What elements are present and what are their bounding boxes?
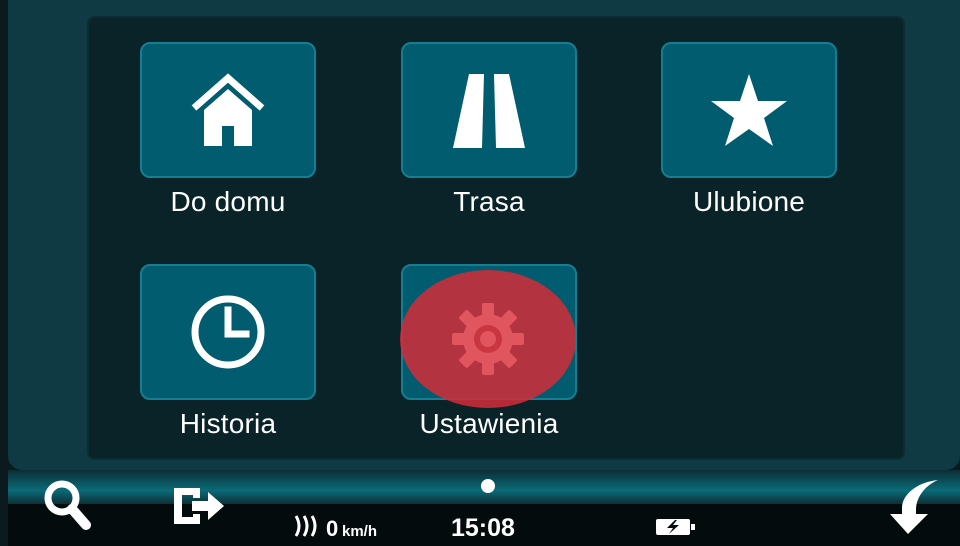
speed-value: 0 (326, 516, 339, 541)
speed-unit: km/h (342, 523, 378, 540)
ulubione-button[interactable] (661, 42, 837, 178)
ustawienia-label: Ustawienia (419, 408, 559, 439)
menu-item-historia[interactable]: Historia (140, 264, 316, 460)
exit-icon[interactable] (172, 484, 226, 528)
trasa-button[interactable] (401, 42, 577, 178)
gear-icon (452, 303, 524, 375)
back-arrow-icon[interactable] (888, 478, 944, 536)
search-icon[interactable] (42, 478, 94, 534)
menu-item-ulubione[interactable]: Ulubione (661, 42, 837, 238)
bottom-bar: 0 km/h 15:08 (8, 470, 960, 546)
clock-icon (191, 295, 265, 369)
do-domu-button[interactable] (140, 42, 316, 178)
menu-item-do-domu[interactable]: Do domu (140, 42, 316, 238)
road-icon (453, 74, 525, 148)
trasa-label: Trasa (453, 186, 525, 217)
tap-highlight (400, 270, 576, 408)
ulubione-label: Ulubione (692, 186, 806, 217)
home-icon (191, 73, 265, 146)
do-domu-label: Do domu (170, 186, 286, 217)
gps-signal-icon (294, 515, 317, 537)
page-indicator-dot (481, 479, 495, 493)
historia-label: Historia (179, 408, 277, 439)
star-icon (711, 74, 787, 146)
menu-item-trasa[interactable]: Trasa (401, 42, 577, 238)
battery-charging-icon (656, 519, 695, 535)
historia-button[interactable] (140, 264, 316, 400)
clock-time: 15:08 (451, 514, 515, 542)
